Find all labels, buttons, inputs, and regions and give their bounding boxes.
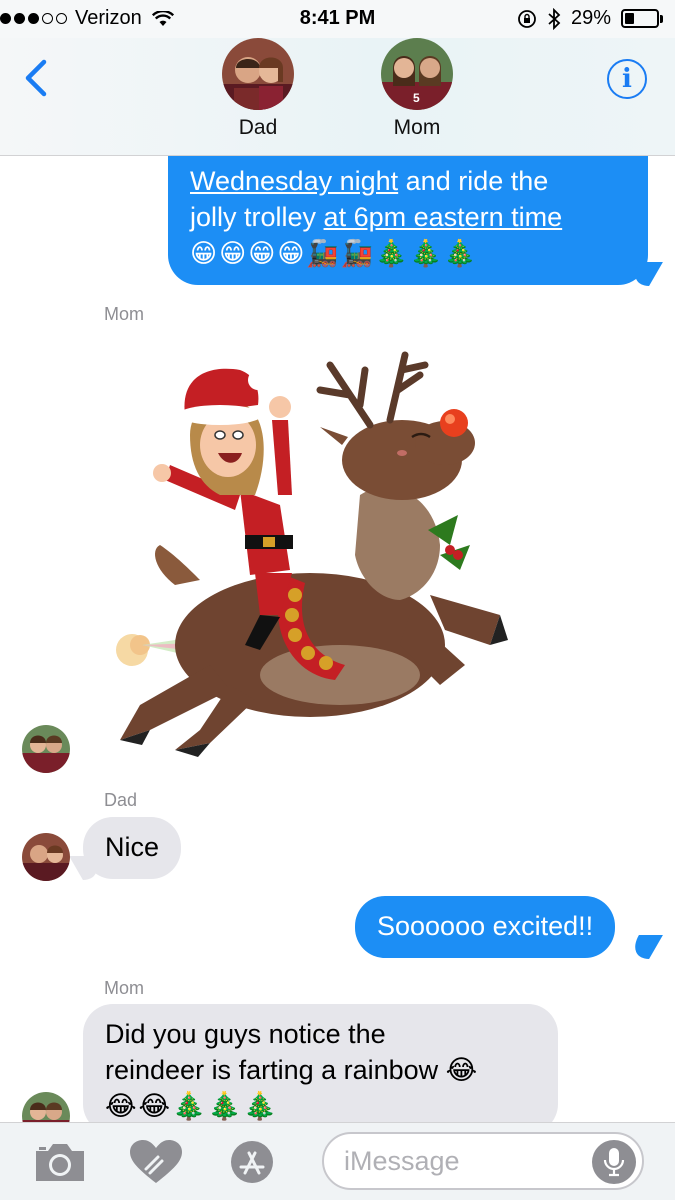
mom-photo (22, 725, 70, 773)
conversation-header: Dad 5 Mom i (0, 38, 675, 156)
dad-photo (222, 38, 294, 110)
reindeer-sticker-image[interactable] (80, 345, 520, 765)
contact-mom[interactable]: 5 Mom (357, 38, 477, 140)
sender-name: Dad (104, 790, 138, 810)
chevron-left-icon (25, 59, 47, 97)
bluetooth-icon (548, 7, 561, 30)
dictation-button[interactable] (592, 1140, 636, 1184)
incoming-message-bubble[interactable]: Did you guys notice the reindeer is fart… (83, 1004, 558, 1122)
microphone-icon (603, 1148, 625, 1177)
mom-photo: 5 (381, 38, 453, 110)
camera-button[interactable] (32, 1139, 88, 1185)
battery-icon (621, 9, 663, 28)
imessage-input[interactable] (344, 1145, 564, 1177)
message-input-field[interactable] (322, 1132, 644, 1190)
contact-dad[interactable]: Dad (198, 38, 318, 140)
emoji-row: 😂😂🎄🎄🎄 (105, 1091, 279, 1121)
app-store-button[interactable] (224, 1139, 280, 1185)
sender-name: Mom (104, 978, 144, 998)
battery-percent: 29% (570, 7, 611, 29)
mom-avatar[interactable] (22, 725, 70, 773)
message-line: Did you guys notice the (105, 1019, 386, 1049)
time-link[interactable]: at 6pm eastern time (324, 202, 563, 232)
emoji-row: 😁😁😁😁🚂🚂🎄🎄🎄 (190, 238, 479, 268)
status-bar: Verizon 8:41 PM 29% (0, 0, 675, 38)
heart-icon (130, 1140, 182, 1183)
info-button[interactable]: i (607, 59, 647, 99)
message-text: jolly trolley (190, 202, 324, 232)
dad-photo (22, 833, 70, 881)
app-store-icon (231, 1141, 273, 1183)
mom-photo (22, 1092, 70, 1122)
dad-avatar[interactable] (22, 833, 70, 881)
back-button[interactable] (18, 56, 54, 100)
digital-touch-button[interactable] (128, 1139, 184, 1185)
camera-icon (36, 1144, 84, 1181)
date-link[interactable]: Wednesday night (190, 166, 398, 196)
message-line: reindeer is farting a rainbow 😂 (105, 1055, 478, 1085)
status-right: 29% (517, 7, 663, 30)
message-line: jolly trolley at 6pm eastern time (190, 199, 626, 235)
message-line: Wednesday night and ride the (190, 163, 626, 199)
svg-text:5: 5 (413, 91, 420, 105)
outgoing-message-bubble[interactable]: Soooooo excited!! (355, 896, 616, 958)
mom-avatar: 5 (381, 38, 453, 110)
battery-cap (660, 14, 663, 23)
dad-avatar (222, 38, 294, 110)
info-icon: i (622, 64, 632, 94)
battery-fill (625, 13, 634, 24)
contact-name: Dad (238, 116, 278, 139)
contact-name: Mom (393, 116, 441, 139)
orientation-lock-icon (518, 9, 536, 28)
sender-name: Mom (104, 304, 144, 324)
incoming-message-bubble[interactable]: Nice (83, 817, 182, 879)
message-text: and ride the (398, 166, 549, 196)
message-thread[interactable]: Wednesday night and ride the jolly troll… (0, 0, 675, 1122)
mom-avatar[interactable] (22, 1092, 70, 1122)
battery-body (621, 9, 659, 28)
bubble-tail (625, 935, 663, 959)
message-input-bar (0, 1122, 675, 1200)
